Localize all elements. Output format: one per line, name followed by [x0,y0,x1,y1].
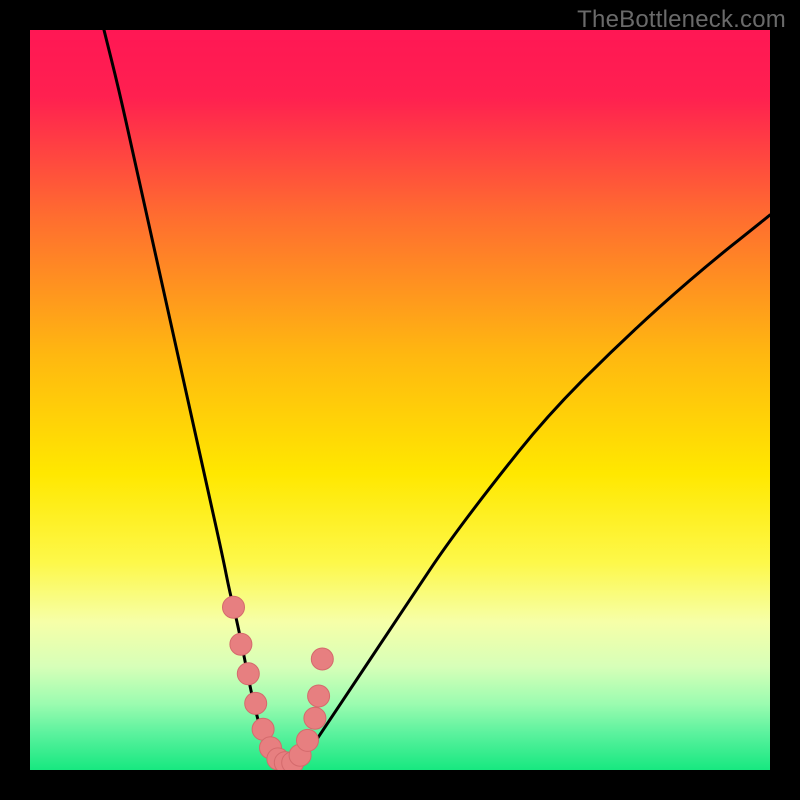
highlight-markers [223,596,334,770]
highlight-dot [297,729,319,751]
highlight-dot [237,663,259,685]
curve-layer [30,30,770,770]
highlight-dot [304,707,326,729]
highlight-dot [230,633,252,655]
plot-area [30,30,770,770]
chart-frame: TheBottleneck.com [0,0,800,800]
highlight-dot [308,685,330,707]
bottleneck-curve [104,30,770,770]
highlight-dot [311,648,333,670]
watermark-text: TheBottleneck.com [577,6,786,34]
highlight-dot [245,692,267,714]
highlight-dot [223,596,245,618]
